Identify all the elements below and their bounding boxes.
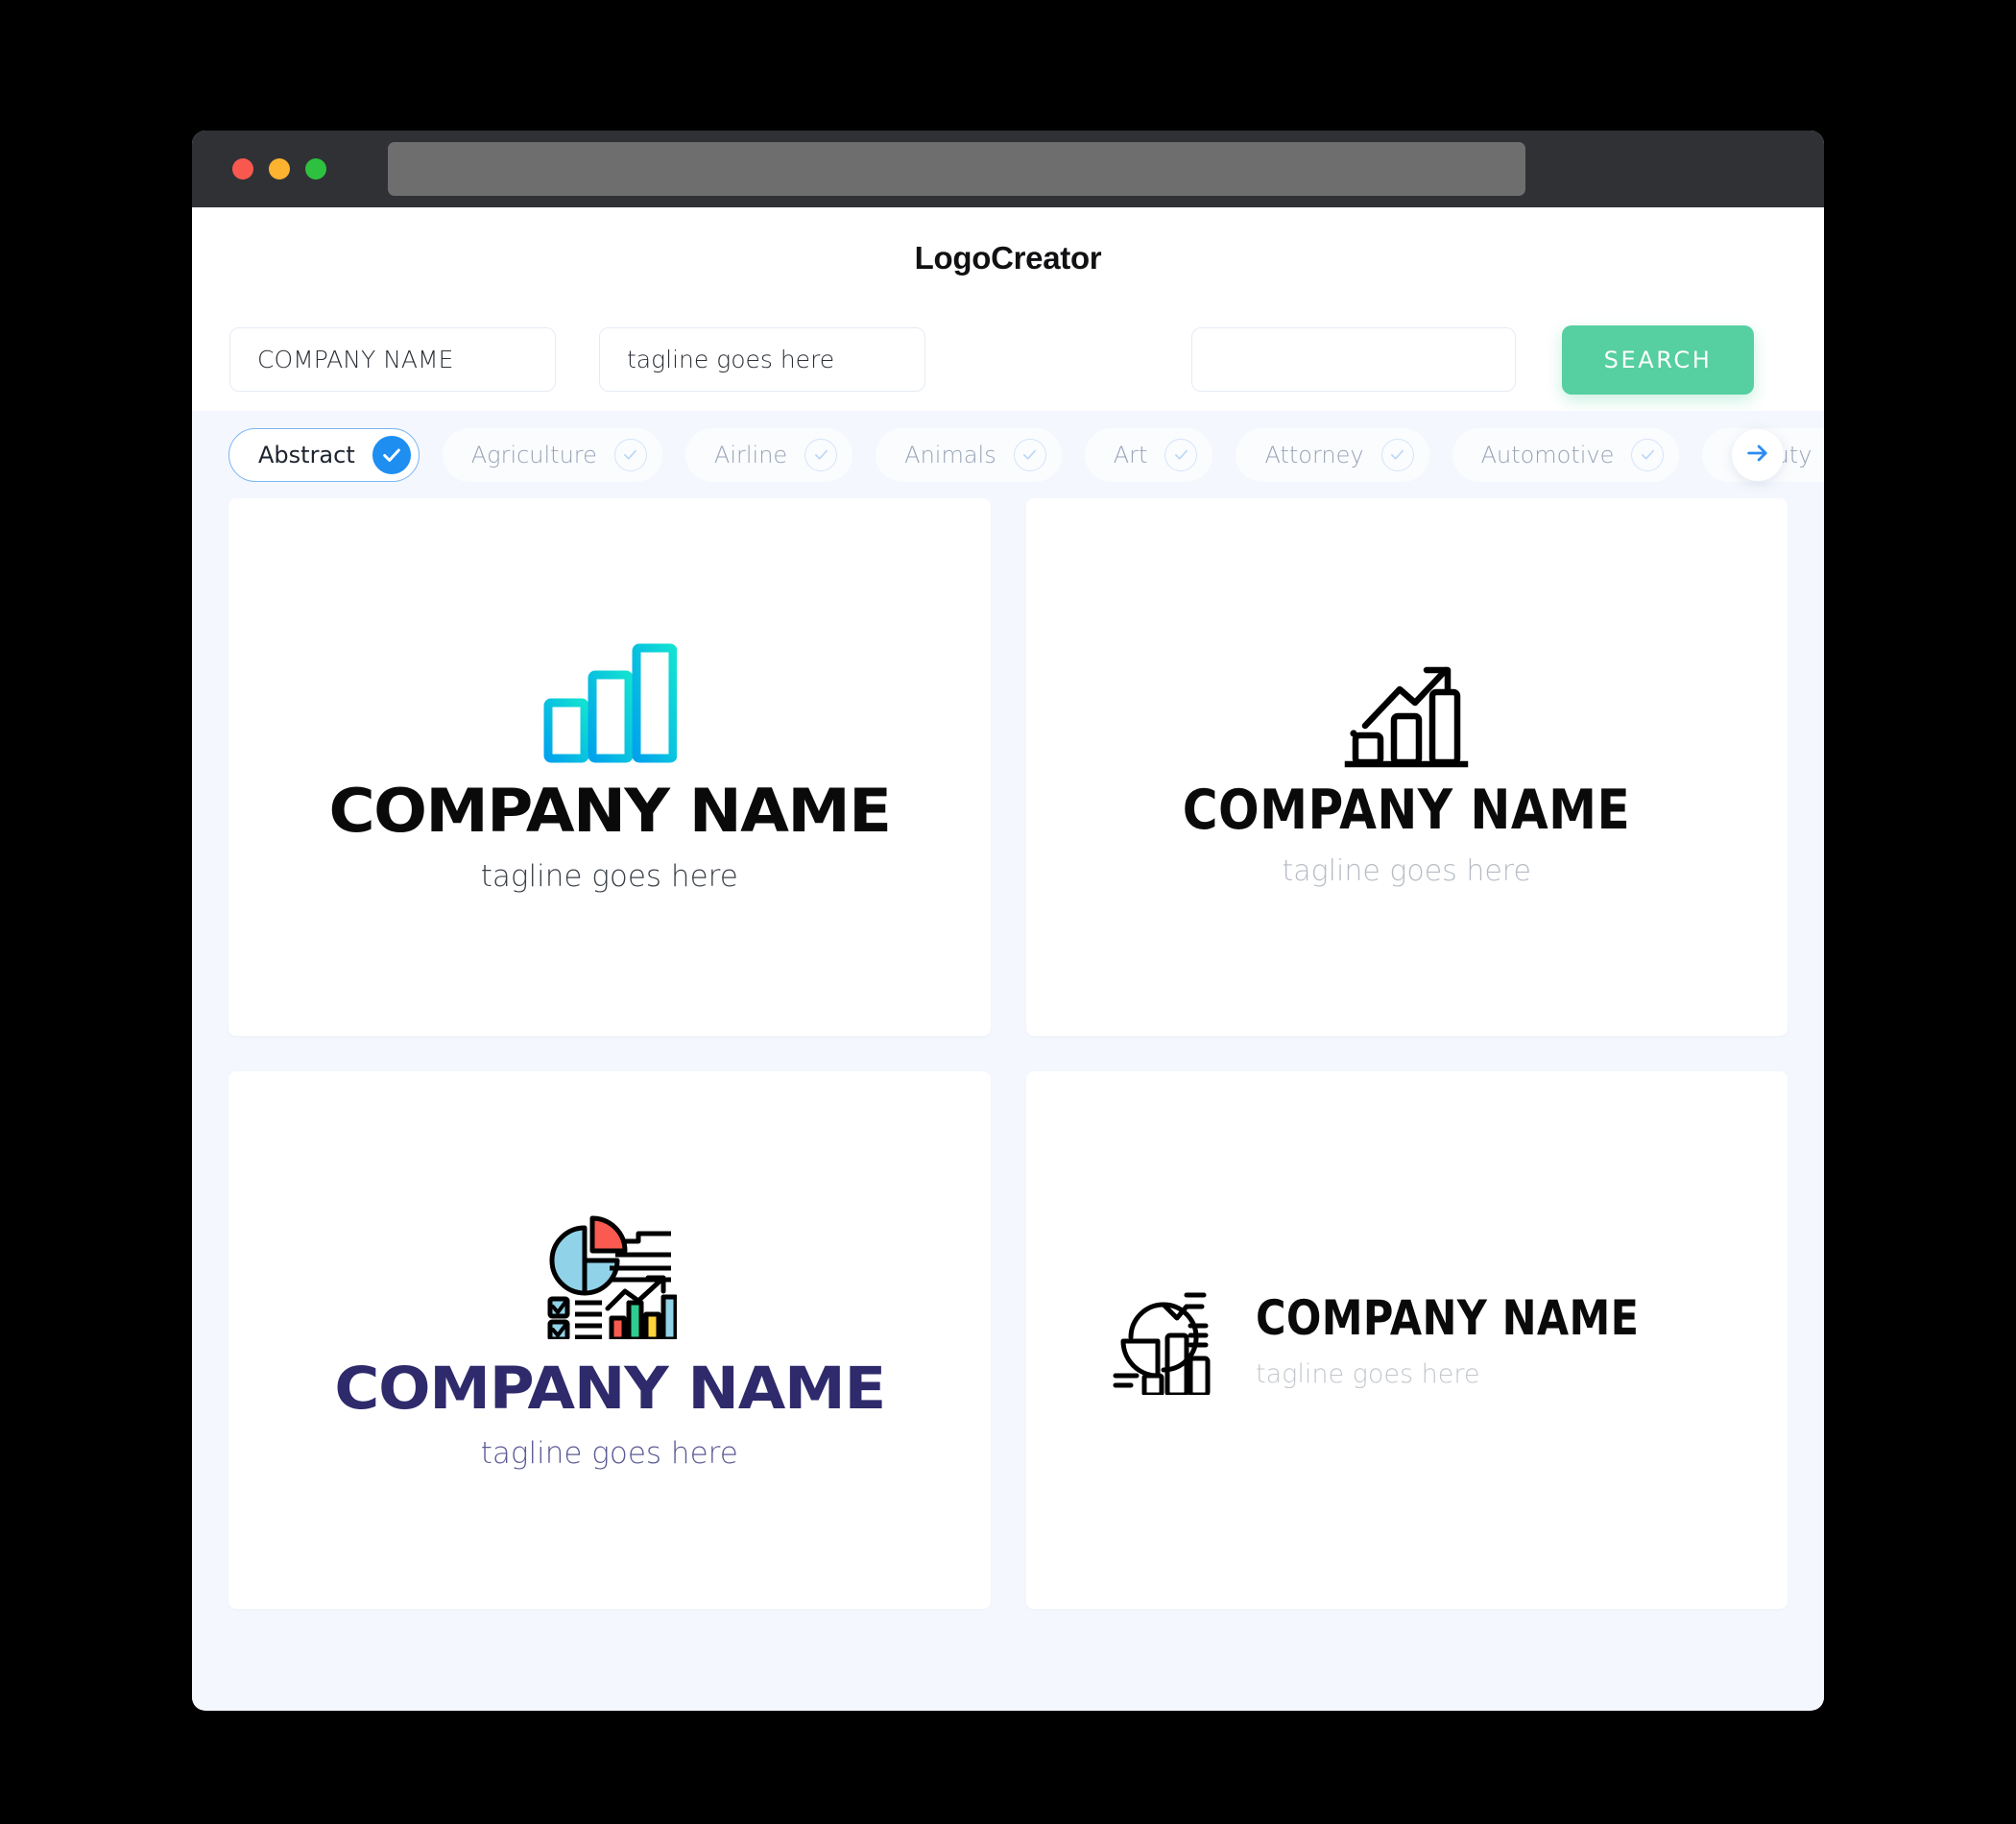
logo-card[interactable]: COMPANY NAME tagline goes here (228, 1071, 991, 1609)
bar-chart-gradient-icon (542, 643, 678, 768)
category-chip-animals[interactable]: Animals (876, 427, 1062, 482)
logo-results-grid: COMPANY NAME tagline goes here COMPANY N… (192, 498, 1824, 1710)
category-chip-label: Automotive (1480, 441, 1615, 468)
category-chip-label: Abstract (258, 441, 355, 468)
logo-tagline: tagline goes here (480, 858, 738, 894)
logo-company-name: COMPANY NAME (1256, 1289, 1640, 1346)
category-chip-label: Art (1113, 441, 1148, 468)
infographic-pie-bars-icon (542, 1212, 679, 1344)
category-chip-automotive[interactable]: Automotive (1452, 427, 1680, 482)
category-chip-agriculture[interactable]: Agriculture (442, 427, 662, 482)
close-window-icon[interactable] (232, 158, 253, 180)
search-toolbar: COMPANY NAME tagline goes here SEARCH (192, 308, 1824, 411)
pie-slice-bars-outline-icon (1112, 1282, 1225, 1400)
traffic-lights (232, 158, 326, 180)
company-name-input[interactable]: COMPANY NAME (229, 327, 556, 392)
page-title: LogoCreator (914, 239, 1102, 276)
search-button[interactable]: SEARCH (1562, 324, 1754, 395)
next-categories-button[interactable] (1732, 429, 1784, 481)
logo-card[interactable]: COMPANY NAME tagline goes here (1025, 498, 1788, 1036)
logo-tagline: tagline goes here (480, 1435, 738, 1471)
growth-arrow-chart-icon (1344, 649, 1469, 774)
browser-titlebar (192, 131, 1824, 207)
logo-card[interactable]: COMPANY NAME tagline goes here (228, 498, 991, 1036)
check-icon (1164, 438, 1198, 471)
category-chip-label: Agriculture (470, 441, 597, 468)
check-icon (613, 438, 647, 471)
category-chip-label: Animals (904, 441, 996, 468)
app-header: LogoCreator (192, 207, 1824, 308)
url-bar[interactable] (388, 142, 1525, 196)
screen: LogoCreator COMPANY NAME tagline goes he… (0, 0, 2016, 1824)
category-chip-abstract[interactable]: Abstract (228, 427, 420, 482)
browser-window: LogoCreator COMPANY NAME tagline goes he… (192, 131, 1824, 1711)
logo-tagline: tagline goes here (1282, 853, 1531, 888)
check-icon (804, 438, 838, 471)
logo-company-name: COMPANY NAME (1183, 778, 1631, 842)
logo-card[interactable]: COMPANY NAME tagline goes here (1025, 1071, 1788, 1609)
arrow-right-icon (1744, 440, 1771, 471)
check-icon (1013, 438, 1046, 471)
category-filter-bar: Abstract Agriculture Airline Animals Art… (192, 411, 1824, 498)
logo-tagline: tagline goes here (1256, 1358, 1480, 1389)
category-chip-label: Attorney (1264, 441, 1364, 468)
logo-company-name: COMPANY NAME (328, 775, 892, 846)
category-chip-label: Airline (713, 441, 788, 468)
category-chip-attorney[interactable]: Attorney (1236, 427, 1429, 482)
minimize-window-icon[interactable] (269, 158, 290, 180)
check-icon (1631, 438, 1665, 471)
logo-company-name: COMPANY NAME (333, 1354, 886, 1423)
tagline-input[interactable]: tagline goes here (599, 327, 925, 392)
keyword-input[interactable] (1191, 327, 1516, 392)
category-chip-art[interactable]: Art (1084, 427, 1213, 482)
check-icon (372, 435, 411, 474)
category-chip-airline[interactable]: Airline (684, 427, 853, 482)
check-icon (1380, 438, 1414, 471)
maximize-window-icon[interactable] (305, 158, 326, 180)
